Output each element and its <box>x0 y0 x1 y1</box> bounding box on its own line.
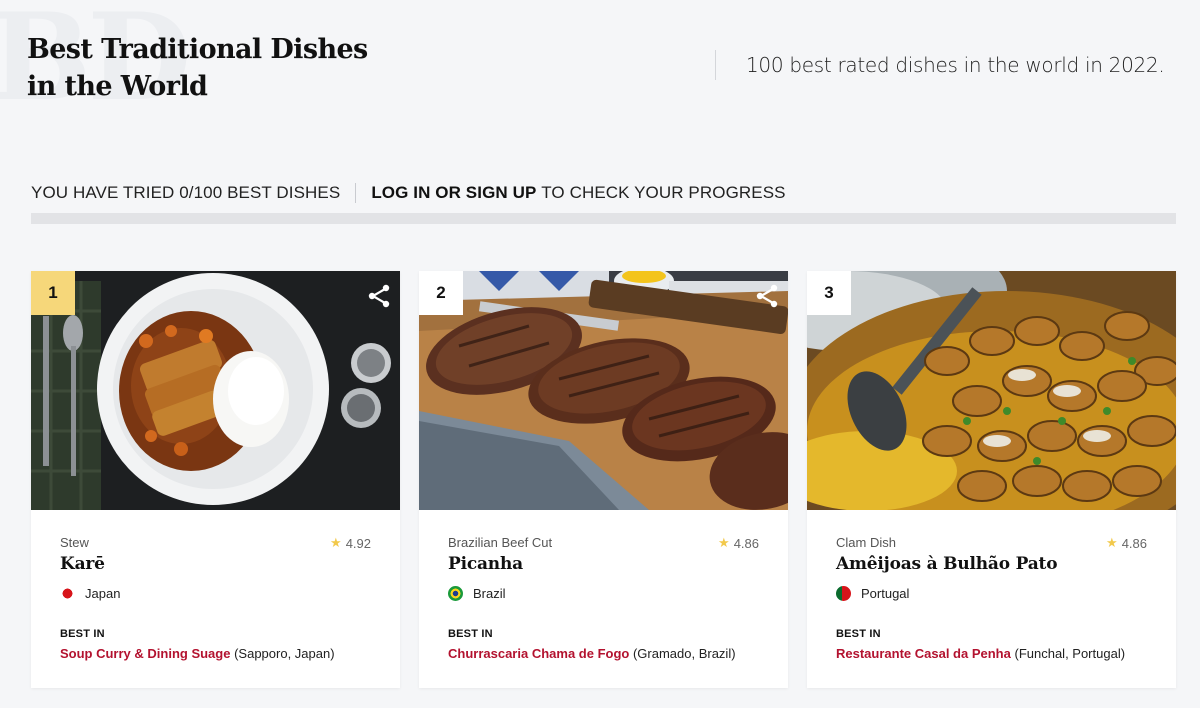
dish-name[interactable]: Amêijoas à Bulhão Pato <box>836 554 1147 574</box>
dish-card-2[interactable]: 2 Brazilian Beef Cut ★ 4.86 Picanha Braz… <box>419 271 788 688</box>
japan-flag-icon <box>60 586 75 601</box>
portugal-flag-icon <box>836 586 851 601</box>
share-icon[interactable] <box>754 283 780 309</box>
dish-category: Brazilian Beef Cut <box>448 535 553 550</box>
restaurant-location: (Funchal, Portugal) <box>1014 646 1126 661</box>
dish-card-3[interactable]: 3 Clam Dish ★ 4.86 Amêijoas à Bulhão Pat… <box>807 271 1176 688</box>
restaurant-location: (Gramado, Brazil) <box>632 646 736 661</box>
dish-photo-picanha[interactable] <box>419 271 788 510</box>
restaurant-location: (Sapporo, Japan) <box>234 646 335 661</box>
rating-value: 4.92 <box>345 535 371 551</box>
dish-category: Stew <box>60 535 89 550</box>
restaurant-link[interactable]: Soup Curry & Dining Suage <box>60 646 230 661</box>
country-name: Japan <box>85 586 121 601</box>
rank-badge: 2 <box>419 271 463 315</box>
dish-card-body: Clam Dish ★ 4.86 Amêijoas à Bulhão Pato … <box>836 535 1147 661</box>
dish-card-body: Stew ★ 4.92 Karē Japan BEST IN Soup Curr… <box>60 535 371 661</box>
dish-photo-kare[interactable] <box>31 271 400 510</box>
best-in-label: BEST IN <box>60 628 105 640</box>
dish-name[interactable]: Karē <box>60 554 371 574</box>
country-name: Portugal <box>861 586 910 601</box>
progress-bar <box>31 213 1176 224</box>
rank-badge: 1 <box>31 271 75 315</box>
rank-badge: 3 <box>807 271 851 315</box>
login-signup-link[interactable]: LOG IN OR SIGN UP <box>371 183 536 203</box>
dish-rating: ★ 4.86 <box>718 535 759 551</box>
dish-name[interactable]: Picanha <box>448 554 759 574</box>
dish-card-1[interactable]: 1 Stew ★ 4.92 Karē Japan BEST IN Soup Cu… <box>31 271 400 688</box>
dish-country[interactable]: Brazil <box>448 586 759 601</box>
dish-photo-ameijoas[interactable] <box>807 271 1176 510</box>
star-icon: ★ <box>1106 535 1118 550</box>
best-in-line: Churrascaria Chama de Fogo (Gramado, Bra… <box>448 646 759 661</box>
best-in-label: BEST IN <box>836 628 881 640</box>
best-in-line: Soup Curry & Dining Suage (Sapporo, Japa… <box>60 646 371 661</box>
rating-value: 4.86 <box>733 535 759 551</box>
restaurant-link[interactable]: Churrascaria Chama de Fogo <box>448 646 629 661</box>
star-icon: ★ <box>330 535 342 550</box>
progress-suffix-text: TO CHECK YOUR PROGRESS <box>541 183 786 202</box>
page-subtitle: 100 best rated dishes in the world in 20… <box>746 53 1165 77</box>
divider <box>355 183 357 203</box>
subtitle-container: 100 best rated dishes in the world in 20… <box>715 50 1165 80</box>
star-icon: ★ <box>718 535 730 550</box>
best-in-line: Restaurante Casal da Penha (Funchal, Por… <box>836 646 1147 661</box>
share-icon[interactable] <box>366 283 392 309</box>
dish-country[interactable]: Japan <box>60 586 371 601</box>
dish-category: Clam Dish <box>836 535 896 550</box>
restaurant-link[interactable]: Restaurante Casal da Penha <box>836 646 1011 661</box>
dish-card-body: Brazilian Beef Cut ★ 4.86 Picanha Brazil… <box>448 535 759 661</box>
page-title: Best Traditional Dishes in the World <box>27 34 368 102</box>
country-name: Brazil <box>473 586 506 601</box>
dish-country[interactable]: Portugal <box>836 586 1147 601</box>
rating-value: 4.86 <box>1121 535 1147 551</box>
progress-status: YOU HAVE TRIED 0/100 BEST DISHES LOG IN … <box>31 182 786 204</box>
dish-rating: ★ 4.92 <box>330 535 371 551</box>
tried-count-text: YOU HAVE TRIED 0/100 BEST DISHES <box>31 183 341 202</box>
brazil-flag-icon <box>448 586 463 601</box>
best-in-label: BEST IN <box>448 628 493 640</box>
dish-rating: ★ 4.86 <box>1106 535 1147 551</box>
